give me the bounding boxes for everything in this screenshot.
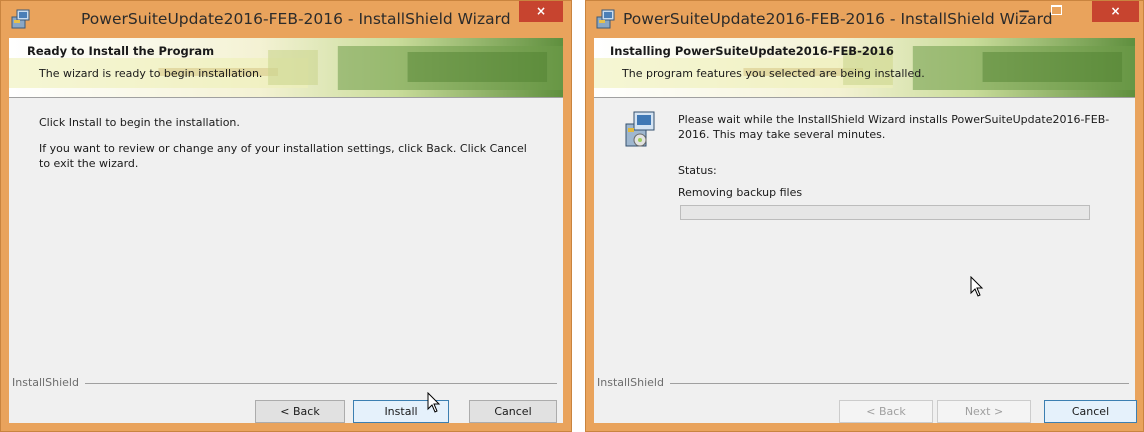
status-label: Status: [678, 164, 717, 177]
maximize-button [1042, 1, 1070, 22]
mouse-pointer-icon [970, 276, 984, 297]
brand-separator: InstallShield [597, 376, 1135, 390]
minimize-icon: − [1017, 2, 1031, 20]
back-button: < Back [839, 400, 933, 423]
status-value: Removing backup files [678, 186, 803, 199]
close-icon: × [535, 4, 547, 18]
cancel-button[interactable]: Cancel [469, 400, 557, 423]
separator-line [597, 383, 1129, 384]
wait-message: Please wait while the InstallShield Wiza… [678, 113, 1110, 141]
close-button[interactable]: × [1092, 1, 1139, 22]
installshield-brand: InstallShield [12, 376, 85, 390]
instruction-text: Click Install to begin the installation. [39, 116, 240, 129]
dialog-client: Ready to Install the Program The wizard … [9, 38, 563, 423]
title-bar[interactable]: PowerSuiteUpdate2016-FEB-2016 - InstallS… [586, 1, 1143, 37]
header-banner: Installing PowerSuiteUpdate2016-FEB-2016… [594, 38, 1135, 98]
close-button[interactable]: × [519, 1, 563, 22]
banner-title: Installing PowerSuiteUpdate2016-FEB-2016 [610, 44, 894, 58]
installer-app-icon [11, 9, 30, 29]
header-banner: Ready to Install the Program The wizard … [9, 38, 563, 98]
close-icon: × [1110, 4, 1121, 18]
title-bar[interactable]: PowerSuiteUpdate2016-FEB-2016 - InstallS… [1, 1, 571, 37]
dialog-client: Installing PowerSuiteUpdate2016-FEB-2016… [594, 38, 1137, 423]
maximize-icon [1050, 5, 1062, 15]
installer-window-installing: PowerSuiteUpdate2016-FEB-2016 - InstallS… [585, 0, 1144, 432]
banner-subtitle: The program features you selected are be… [622, 67, 925, 80]
setup-package-icon [625, 111, 655, 147]
installer-app-icon [596, 9, 615, 29]
separator-line [12, 383, 557, 384]
back-button[interactable]: < Back [255, 400, 345, 423]
cancel-button[interactable]: Cancel [1044, 400, 1137, 423]
banner-title: Ready to Install the Program [27, 44, 215, 58]
progress-bar [680, 205, 1090, 220]
installshield-brand: InstallShield [597, 376, 670, 390]
review-text: If you want to review or change any of y… [39, 142, 527, 170]
minimize-button[interactable]: − [1010, 1, 1038, 22]
window-title: PowerSuiteUpdate2016-FEB-2016 - InstallS… [81, 10, 511, 28]
brand-separator: InstallShield [12, 376, 563, 390]
installer-window-ready: PowerSuiteUpdate2016-FEB-2016 - InstallS… [0, 0, 572, 432]
banner-subtitle: The wizard is ready to begin installatio… [39, 67, 263, 80]
next-button: Next > [937, 400, 1031, 423]
window-title: PowerSuiteUpdate2016-FEB-2016 - InstallS… [623, 10, 1053, 28]
mouse-pointer-icon [427, 392, 441, 413]
